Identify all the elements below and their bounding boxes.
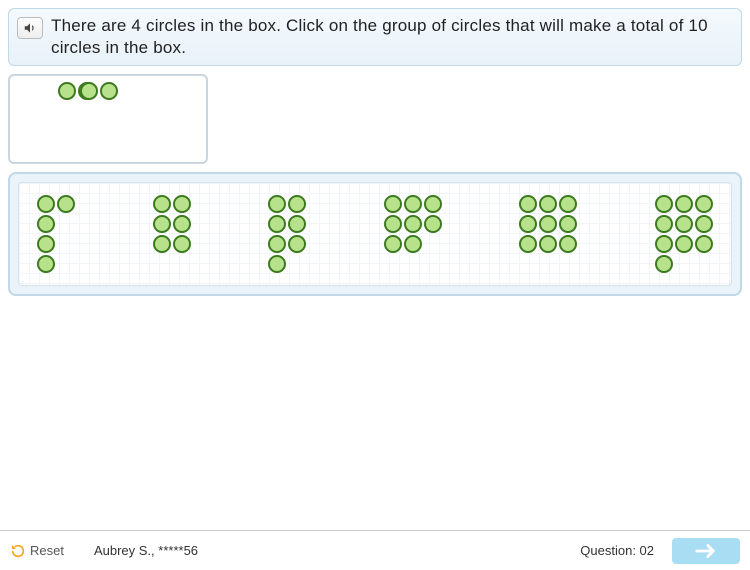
circle bbox=[424, 215, 442, 233]
circle bbox=[519, 235, 537, 253]
circle bbox=[695, 215, 713, 233]
arrow-right-icon bbox=[695, 543, 717, 559]
reset-icon bbox=[10, 543, 26, 559]
circle bbox=[384, 235, 402, 253]
circle bbox=[288, 215, 306, 233]
circle bbox=[37, 195, 55, 213]
circle bbox=[695, 195, 713, 213]
circle bbox=[559, 215, 577, 233]
circle bbox=[384, 195, 402, 213]
circle bbox=[559, 235, 577, 253]
footer-bar: Reset Aubrey S., *****56 Question: 02 bbox=[0, 530, 750, 570]
circle bbox=[404, 215, 422, 233]
circle bbox=[675, 235, 693, 253]
circle bbox=[37, 235, 55, 253]
option-group-6[interactable] bbox=[153, 195, 191, 253]
circle bbox=[559, 195, 577, 213]
circle bbox=[675, 215, 693, 233]
circle bbox=[655, 215, 673, 233]
circle bbox=[675, 195, 693, 213]
circle bbox=[404, 195, 422, 213]
circle bbox=[655, 255, 673, 273]
reset-label: Reset bbox=[30, 543, 64, 558]
option-group-10[interactable] bbox=[655, 195, 713, 273]
circles-box bbox=[8, 74, 208, 164]
instruction-text: There are 4 circles in the box. Click on… bbox=[51, 15, 733, 59]
circle bbox=[424, 195, 442, 213]
option-group-7[interactable] bbox=[268, 195, 306, 273]
circle bbox=[153, 235, 171, 253]
next-button[interactable] bbox=[672, 538, 740, 564]
circle bbox=[37, 215, 55, 233]
circle bbox=[288, 235, 306, 253]
question-label: Question: 02 bbox=[580, 543, 654, 558]
circle bbox=[173, 215, 191, 233]
circle bbox=[288, 195, 306, 213]
option-group-8[interactable] bbox=[384, 195, 442, 253]
circle bbox=[57, 195, 75, 213]
circle bbox=[268, 255, 286, 273]
circle bbox=[384, 215, 402, 233]
circle bbox=[80, 82, 98, 100]
answer-panel bbox=[8, 172, 742, 296]
circle bbox=[173, 235, 191, 253]
circle bbox=[268, 235, 286, 253]
circle bbox=[37, 255, 55, 273]
option-group-5[interactable] bbox=[37, 195, 75, 273]
circle bbox=[539, 215, 557, 233]
circle bbox=[695, 235, 713, 253]
options-row bbox=[18, 182, 732, 286]
circle bbox=[173, 195, 191, 213]
circle bbox=[153, 215, 171, 233]
audio-button[interactable] bbox=[17, 17, 43, 39]
circle bbox=[519, 195, 537, 213]
circle bbox=[655, 195, 673, 213]
option-group-9[interactable] bbox=[519, 195, 577, 253]
circle bbox=[100, 82, 118, 100]
circle bbox=[153, 195, 171, 213]
circle bbox=[519, 215, 537, 233]
speaker-icon bbox=[23, 21, 37, 35]
circle bbox=[655, 235, 673, 253]
circle bbox=[268, 195, 286, 213]
circle bbox=[58, 82, 76, 100]
circle bbox=[539, 235, 557, 253]
reset-button[interactable]: Reset bbox=[10, 543, 64, 559]
circle bbox=[539, 195, 557, 213]
circle bbox=[404, 235, 422, 253]
instruction-bar: There are 4 circles in the box. Click on… bbox=[8, 8, 742, 66]
student-label: Aubrey S., *****56 bbox=[94, 543, 198, 558]
circle bbox=[268, 215, 286, 233]
